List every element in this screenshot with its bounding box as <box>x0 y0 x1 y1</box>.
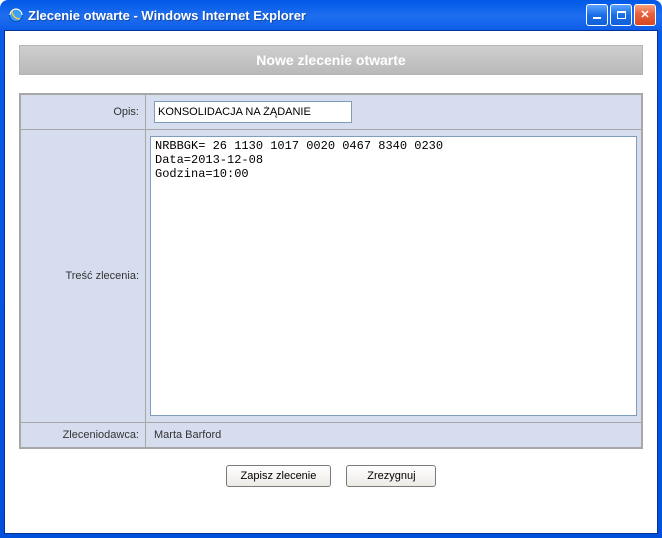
button-row: Zapisz zlecenie Zrezygnuj <box>19 449 643 487</box>
zleceniodawca-value: Marta Barford <box>154 429 221 441</box>
titlebar[interactable]: Zlecenie otwarte - Windows Internet Expl… <box>0 0 662 30</box>
window-frame: Zlecenie otwarte - Windows Internet Expl… <box>0 0 662 538</box>
page-heading: Nowe zlecenie otwarte <box>19 45 643 75</box>
window-controls <box>586 4 656 26</box>
form-panel: Opis: Treść zlecenia: Zleceniodawca: <box>19 93 643 449</box>
tresc-textarea[interactable] <box>150 136 637 416</box>
tresc-label: Treść zlecenia: <box>21 130 146 423</box>
window-title: Zlecenie otwarte - Windows Internet Expl… <box>28 8 586 23</box>
save-button[interactable]: Zapisz zlecenie <box>226 465 332 487</box>
opis-label: Opis: <box>21 95 146 130</box>
client-area: Nowe zlecenie otwarte Opis: Treść zlecen… <box>4 30 658 534</box>
close-button[interactable] <box>634 4 656 26</box>
ie-icon <box>8 7 24 23</box>
opis-input[interactable] <box>154 101 352 123</box>
cancel-button[interactable]: Zrezygnuj <box>346 465 436 487</box>
minimize-button[interactable] <box>586 4 608 26</box>
maximize-button[interactable] <box>610 4 632 26</box>
zleceniodawca-label: Zleceniodawca: <box>21 423 146 448</box>
